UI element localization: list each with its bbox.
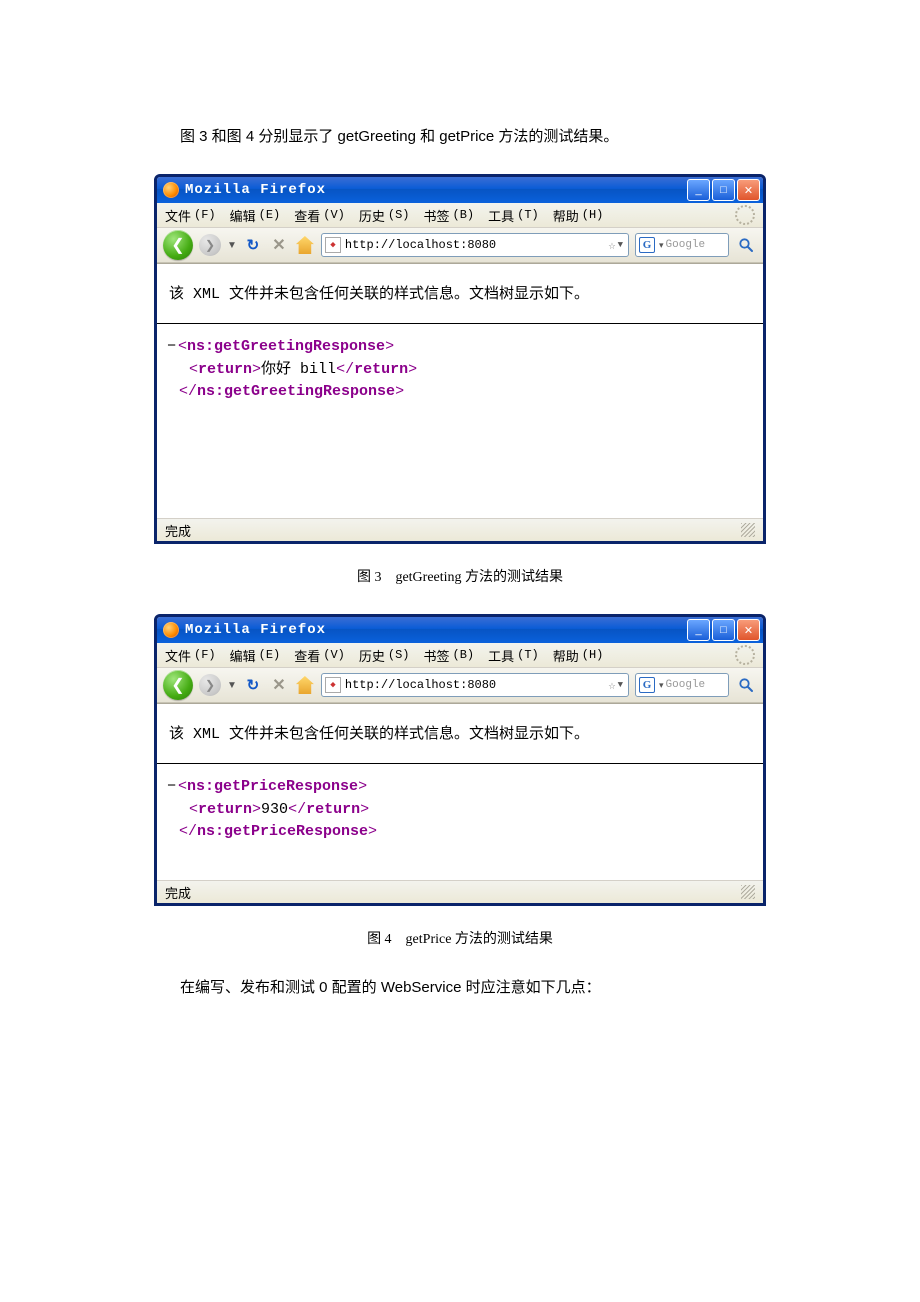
minimize-button[interactable]: _: [687, 619, 710, 641]
xml-notice: 该 XML 文件并未包含任何关联的样式信息。文档树显示如下。: [157, 704, 763, 764]
menu-view[interactable]: 查看(V): [294, 206, 345, 225]
titlebar[interactable]: Mozilla Firefox _ □ ✕: [157, 177, 763, 203]
firefox-icon: [163, 622, 179, 638]
firefox-window-1: Mozilla Firefox _ □ ✕ 文件(F) 编辑(E) 查看(V) …: [154, 174, 766, 544]
close-button[interactable]: ✕: [737, 179, 760, 201]
search-go-button[interactable]: [735, 674, 757, 696]
forward-button[interactable]: ❯: [199, 234, 221, 256]
menu-file[interactable]: 文件(F): [165, 646, 216, 665]
home-button[interactable]: [295, 235, 315, 255]
maximize-button[interactable]: □: [712, 619, 735, 641]
reload-button[interactable]: ↻: [243, 675, 263, 695]
menu-history[interactable]: 历史(S): [359, 646, 410, 665]
status-text: 完成: [165, 521, 191, 540]
menu-help[interactable]: 帮助(H): [553, 206, 604, 225]
search-placeholder: Google: [666, 679, 706, 691]
throbber-icon: [735, 205, 755, 225]
return-value: 930: [261, 801, 288, 818]
titlebar[interactable]: Mozilla Firefox _ □ ✕: [157, 617, 763, 643]
dropdown-icon[interactable]: ▼: [227, 680, 237, 691]
url-bar[interactable]: ◆ http://localhost:8080 ☆ ▼: [321, 673, 629, 697]
google-icon[interactable]: G: [639, 677, 655, 693]
stop-button[interactable]: ✕: [269, 235, 289, 255]
status-bar: 完成: [157, 880, 763, 903]
menu-file[interactable]: 文件(F): [165, 206, 216, 225]
xml-notice: 该 XML 文件并未包含任何关联的样式信息。文档树显示如下。: [157, 264, 763, 324]
bookmark-star-icon[interactable]: ☆: [608, 678, 615, 693]
menubar: 文件(F) 编辑(E) 查看(V) 历史(S) 书签(B) 工具(T) 帮助(H…: [157, 643, 763, 668]
figure-caption-3: 图 3 getGreeting 方法的测试结果: [154, 566, 766, 586]
back-button[interactable]: ❮: [163, 230, 193, 260]
menu-edit[interactable]: 编辑(E): [230, 206, 281, 225]
menubar: 文件(F) 编辑(E) 查看(V) 历史(S) 书签(B) 工具(T) 帮助(H…: [157, 203, 763, 228]
status-text: 完成: [165, 883, 191, 902]
url-text[interactable]: http://localhost:8080: [345, 678, 608, 692]
search-placeholder: Google: [666, 239, 706, 251]
window-title: Mozilla Firefox: [185, 182, 326, 198]
home-button[interactable]: [295, 675, 315, 695]
favicon-icon: ◆: [325, 237, 341, 253]
url-bar[interactable]: ◆ http://localhost:8080 ☆ ▼: [321, 233, 629, 257]
menu-view[interactable]: 查看(V): [294, 646, 345, 665]
dropdown-icon[interactable]: ▼: [227, 240, 237, 251]
search-engine-dropdown-icon[interactable]: ▾: [657, 680, 666, 691]
menu-history[interactable]: 历史(S): [359, 206, 410, 225]
resize-grip-icon[interactable]: [741, 885, 755, 899]
url-dropdown-icon[interactable]: ▼: [616, 240, 625, 250]
resize-grip-icon[interactable]: [741, 523, 755, 537]
minimize-button[interactable]: _: [687, 179, 710, 201]
status-bar: 完成: [157, 518, 763, 541]
menu-tools[interactable]: 工具(T): [488, 646, 539, 665]
intro-paragraph: 图 3 和图 4 分别显示了 getGreeting 和 getPrice 方法…: [154, 125, 766, 149]
firefox-icon: [163, 182, 179, 198]
xml-tree: −<ns:getPriceResponse> <return>930</retu…: [157, 764, 763, 880]
forward-button[interactable]: ❯: [199, 674, 221, 696]
firefox-window-2: Mozilla Firefox _ □ ✕ 文件(F) 编辑(E) 查看(V) …: [154, 614, 766, 906]
maximize-button[interactable]: □: [712, 179, 735, 201]
menu-bookmarks[interactable]: 书签(B): [424, 646, 475, 665]
favicon-icon: ◆: [325, 677, 341, 693]
menu-bookmarks[interactable]: 书签(B): [424, 206, 475, 225]
url-dropdown-icon[interactable]: ▼: [616, 680, 625, 690]
reload-button[interactable]: ↻: [243, 235, 263, 255]
figure-caption-4: 图 4 getPrice 方法的测试结果: [154, 928, 766, 948]
search-bar[interactable]: G ▾ Google: [635, 233, 729, 257]
search-engine-dropdown-icon[interactable]: ▾: [657, 240, 666, 251]
menu-edit[interactable]: 编辑(E): [230, 646, 281, 665]
content-area: 该 XML 文件并未包含任何关联的样式信息。文档树显示如下。 −<ns:getG…: [157, 263, 763, 518]
bookmark-star-icon[interactable]: ☆: [608, 238, 615, 253]
close-button[interactable]: ✕: [737, 619, 760, 641]
xml-tree: −<ns:getGreetingResponse> <return>你好 bil…: [157, 324, 763, 518]
stop-button[interactable]: ✕: [269, 675, 289, 695]
url-text[interactable]: http://localhost:8080: [345, 238, 608, 252]
google-icon[interactable]: G: [639, 237, 655, 253]
outro-paragraph: 在编写、发布和测试 0 配置的 WebService 时应注意如下几点：: [154, 976, 766, 1000]
toolbar: ❮ ❯ ▼ ↻ ✕ ◆ http://localhost:8080 ☆ ▼ G …: [157, 228, 763, 263]
back-button[interactable]: ❮: [163, 670, 193, 700]
search-go-button[interactable]: [735, 234, 757, 256]
content-area: 该 XML 文件并未包含任何关联的样式信息。文档树显示如下。 −<ns:getP…: [157, 703, 763, 880]
window-title: Mozilla Firefox: [185, 622, 326, 638]
throbber-icon: [735, 645, 755, 665]
menu-tools[interactable]: 工具(T): [488, 206, 539, 225]
toolbar: ❮ ❯ ▼ ↻ ✕ ◆ http://localhost:8080 ☆ ▼ G …: [157, 668, 763, 703]
return-value: 你好 bill: [261, 361, 336, 378]
search-bar[interactable]: G ▾ Google: [635, 673, 729, 697]
menu-help[interactable]: 帮助(H): [553, 646, 604, 665]
